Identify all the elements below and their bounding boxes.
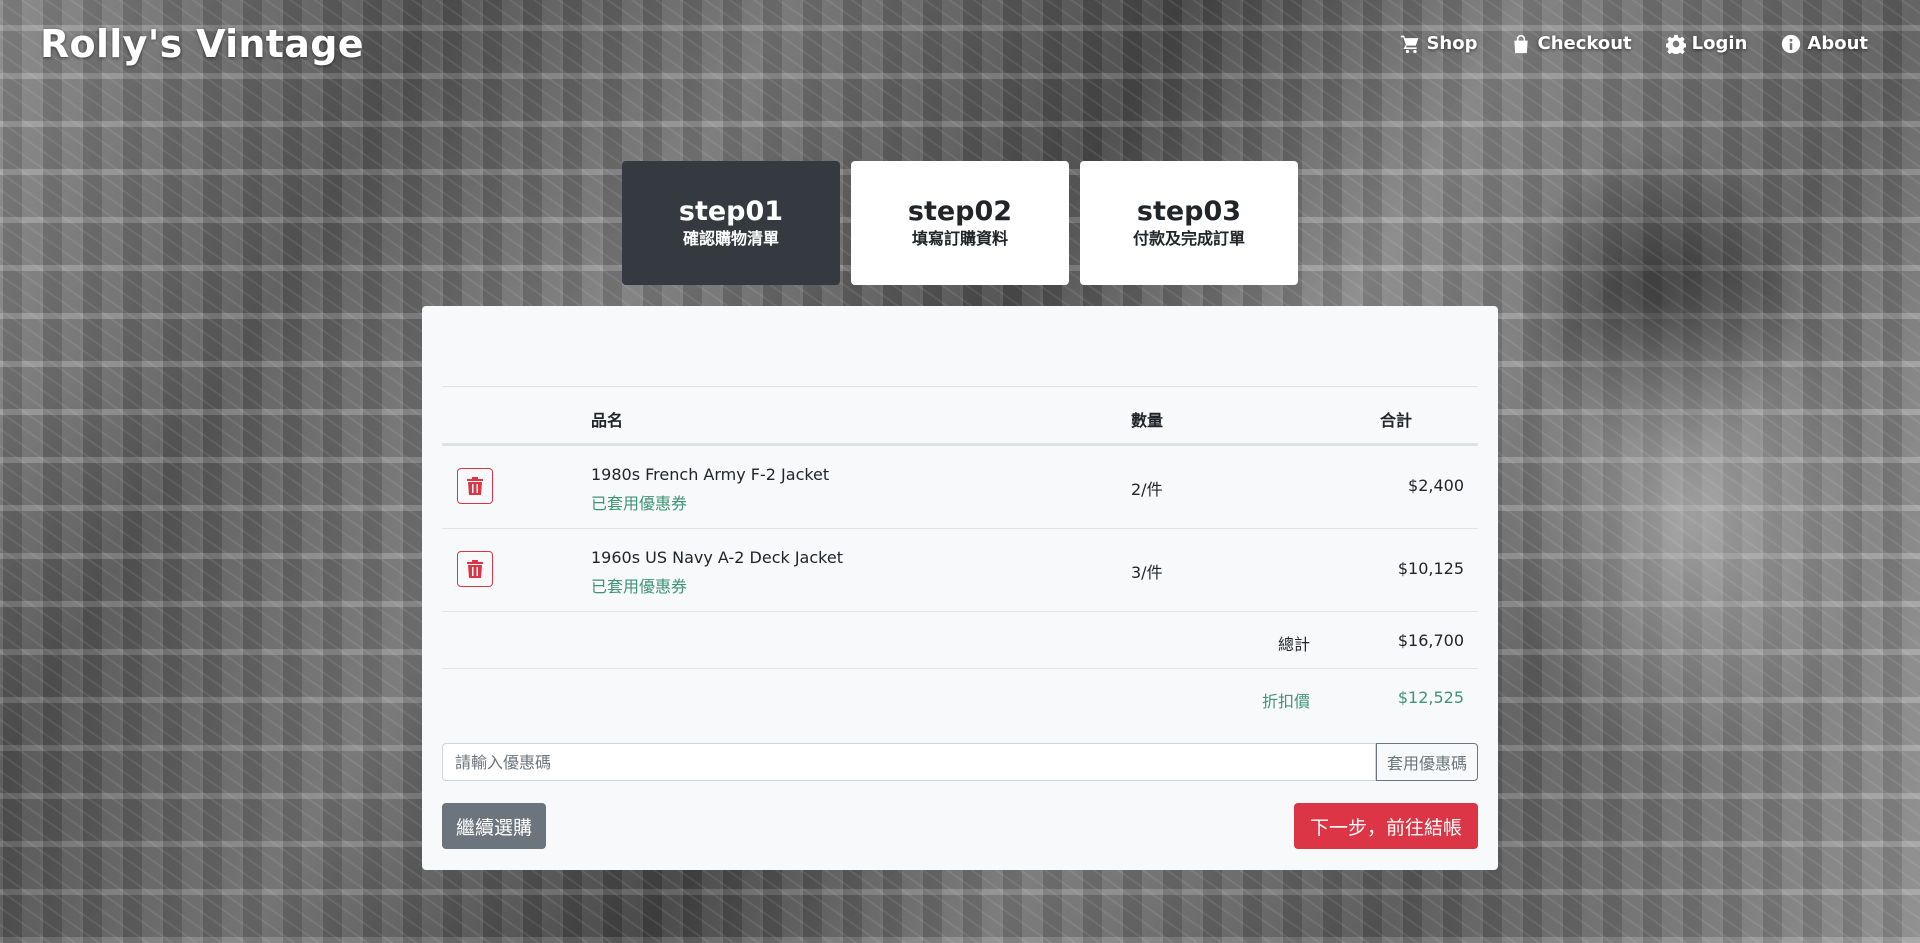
trash-icon xyxy=(467,560,483,578)
nav-checkout-label: Checkout xyxy=(1537,33,1632,54)
row-total: $2,400 xyxy=(1408,476,1464,495)
step-number: step01 xyxy=(678,196,784,227)
cart-card: 品名 數量 合計 1980s French Army F-2 Jacket 已套… xyxy=(422,306,1498,870)
shopping-bag-icon xyxy=(1514,34,1529,53)
brand-logo[interactable]: Rolly's Vintage xyxy=(40,22,364,66)
step-number: step03 xyxy=(1136,196,1242,227)
quantity: 2/件 xyxy=(1131,480,1163,499)
discount-label: 折扣價 xyxy=(1261,692,1310,711)
delete-item-button[interactable] xyxy=(457,468,493,504)
trash-icon xyxy=(467,477,483,495)
delete-item-button[interactable] xyxy=(457,551,493,587)
next-step-checkout-button[interactable]: 下一步，前往結帳 xyxy=(1293,803,1478,849)
apply-coupon-button[interactable]: 套用優惠碼 xyxy=(1375,743,1478,781)
step-1: step01 確認購物清單 xyxy=(622,161,840,285)
checkout-steps: step01 確認購物清單 step02 填寫訂購資料 step03 付款及完成… xyxy=(622,161,1298,285)
nav-about[interactable]: About xyxy=(1781,33,1868,54)
header-qty: 數量 xyxy=(1131,411,1164,430)
total-row: 總計 $16,700 xyxy=(442,611,1478,668)
gear-icon xyxy=(1665,34,1686,54)
step-number: step02 xyxy=(907,196,1013,227)
quantity: 3/件 xyxy=(1131,563,1163,582)
coupon-applied-label: 已套用優惠券 xyxy=(591,494,688,513)
table-row: 1980s French Army F-2 Jacket 已套用優惠券 2/件 … xyxy=(442,445,1478,528)
step-label: 確認購物清單 xyxy=(682,229,779,248)
continue-shopping-button[interactable]: 繼續選購 xyxy=(442,803,547,849)
nav-shop[interactable]: Shop xyxy=(1400,33,1477,54)
coupon-group: 套用優惠碼 xyxy=(442,743,1478,781)
discount-value: $12,525 xyxy=(1397,688,1464,707)
coupon-input[interactable] xyxy=(442,743,1376,781)
nav-shop-label: Shop xyxy=(1426,33,1478,54)
header-total: 合計 xyxy=(1380,411,1413,430)
info-icon xyxy=(1782,34,1801,53)
nav-checkout[interactable]: Checkout xyxy=(1511,33,1632,54)
table-header: 品名 數量 合計 xyxy=(442,386,1478,445)
nav-menu: Shop Checkout Login About xyxy=(1400,33,1868,54)
product-cell: 1960s US Navy A-2 Deck Jacket 已套用優惠券 xyxy=(591,548,843,597)
cart-table: 品名 數量 合計 1980s French Army F-2 Jacket 已套… xyxy=(442,386,1478,725)
cart-icon xyxy=(1401,35,1419,53)
step-2: step02 填寫訂購資料 xyxy=(851,161,1069,285)
navbar: Rolly's Vintage Shop Checkout Login Abou… xyxy=(0,0,1920,92)
coupon-applied-label: 已套用優惠券 xyxy=(591,577,688,596)
row-total: $10,125 xyxy=(1397,559,1464,578)
product-name: 1980s French Army F-2 Jacket xyxy=(591,465,830,484)
total-label: 總計 xyxy=(1277,635,1310,654)
step-3: step03 付款及完成訂單 xyxy=(1080,161,1298,285)
nav-login[interactable]: Login xyxy=(1665,33,1748,54)
discount-row: 折扣價 $12,525 xyxy=(442,668,1478,725)
product-name: 1960s US Navy A-2 Deck Jacket xyxy=(591,548,843,567)
header-name: 品名 xyxy=(591,411,624,430)
step-label: 付款及完成訂單 xyxy=(1132,229,1245,248)
product-cell: 1980s French Army F-2 Jacket 已套用優惠券 xyxy=(591,465,829,514)
nav-about-label: About xyxy=(1807,33,1868,54)
nav-login-label: Login xyxy=(1691,33,1748,54)
step-label: 填寫訂購資料 xyxy=(911,229,1008,248)
table-row: 1960s US Navy A-2 Deck Jacket 已套用優惠券 3/件… xyxy=(442,528,1478,611)
total-value: $16,700 xyxy=(1397,631,1464,650)
